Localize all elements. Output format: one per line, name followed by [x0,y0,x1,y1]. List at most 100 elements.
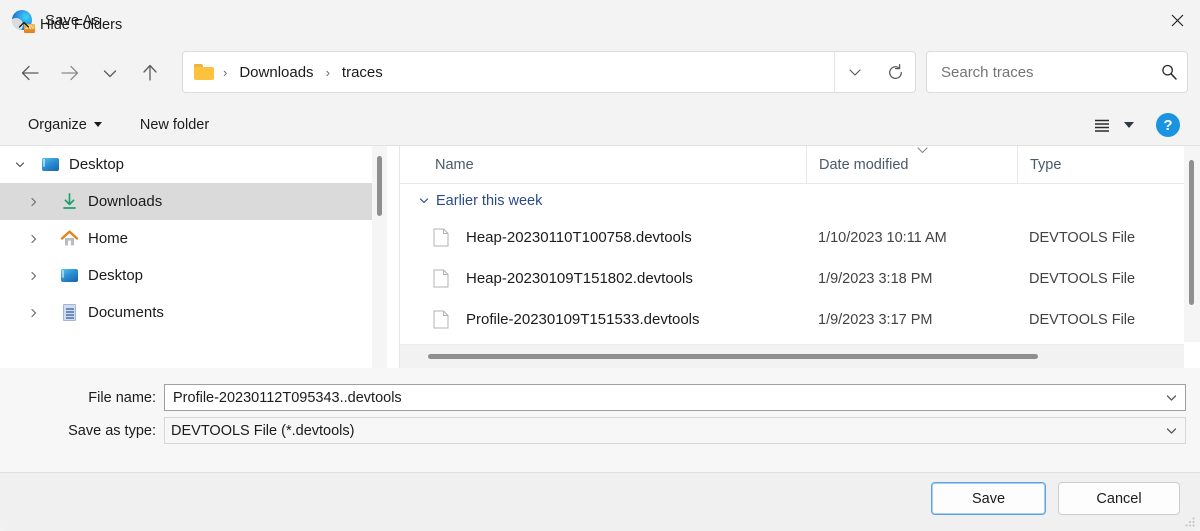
file-date-modified: 1/9/2023 3:18 PM [818,270,933,287]
form-area: File name: Save as type: DEVTOOLS File (… [0,368,1200,472]
chevron-down-icon [93,122,102,127]
file-type: DEVTOOLS File [1029,229,1136,246]
save-as-type-value: DEVTOOLS File (*.devtools) [171,422,355,439]
sidebar-item-desktop[interactable]: Desktop [0,257,387,294]
save-button[interactable]: Save [931,482,1046,515]
chevron-down-icon [103,69,117,77]
folder-icon [194,64,214,80]
up-button[interactable] [130,55,170,91]
search-icon [1162,64,1177,80]
breadcrumb-separator: › [325,64,330,80]
address-bar[interactable]: › Downloads › traces [182,51,916,93]
title-bar: JAN Save As [0,0,1200,41]
column-header-type[interactable]: Type [1017,146,1197,184]
file-list-horizontal-scrollbar[interactable] [400,344,1184,368]
recent-locations-button[interactable] [90,55,130,91]
column-header-name[interactable]: Name [400,146,806,184]
scrollbar-thumb[interactable] [428,354,1038,359]
scrollbar-thumb[interactable] [377,156,382,216]
command-toolbar: Organize New folder ? [0,104,1200,146]
search-input[interactable] [939,62,1151,82]
sidebar-item-desktop-root[interactable]: Desktop [0,146,387,183]
expand-chevron-right-icon[interactable] [22,233,46,245]
save-as-type-label: Save as type: [68,422,156,439]
home-icon [60,229,79,248]
resize-grip-icon[interactable] [1184,516,1196,528]
download-arrow-icon [60,192,79,211]
hide-folders-button[interactable]: Hide Folders [17,17,122,33]
file-name-chevron-down-icon[interactable] [1157,393,1185,403]
close-button[interactable] [1154,0,1200,41]
sidebar-item-documents[interactable]: Documents [0,294,387,331]
file-group-header[interactable]: Earlier this week [400,184,1200,217]
expand-chevron-right-icon[interactable] [22,307,46,319]
organize-label: Organize [28,116,87,133]
sidebar-item-label: Home [88,230,129,247]
table-row[interactable]: Heap-20230109T151802.devtools 1/9/2023 3… [400,258,1200,299]
save-as-dialog: JAN Save As › Downloads › traces Search … [0,0,1200,531]
column-header-label: Type [1030,156,1062,173]
new-folder-label: New folder [139,116,210,133]
file-type: DEVTOOLS File [1029,270,1136,287]
group-chevron-down-icon[interactable] [415,195,433,207]
view-options-chevron-down-icon[interactable] [1124,122,1134,128]
file-name-input[interactable] [171,388,1157,407]
sidebar-item-label: Desktop [69,156,125,173]
column-header-label: Name [435,156,474,173]
chevron-down-icon [849,69,861,76]
table-row[interactable]: Profile-20230109T151533.devtools 1/9/202… [400,299,1200,340]
breadcrumb-separator: › [223,64,228,80]
expand-chevron-right-icon[interactable] [22,196,46,208]
scrollbar-thumb[interactable] [1189,160,1194,305]
sidebar-item-label: Documents [88,304,164,321]
breadcrumb-item-downloads[interactable]: Downloads [236,62,316,83]
back-button[interactable] [10,55,50,91]
hide-folders-label: Hide Folders [40,17,123,33]
file-name-combobox[interactable] [164,384,1186,411]
column-headers: Name Date modified Type [400,146,1200,184]
column-header-date-modified[interactable]: Date modified [806,146,1017,184]
file-name-row: File name: [0,384,1186,411]
expand-chevron-right-icon[interactable] [22,270,46,282]
refresh-button[interactable] [875,52,915,92]
arrow-left-icon [21,65,39,80]
sort-descending-icon [915,146,930,160]
new-folder-button[interactable]: New folder [130,110,219,140]
file-group-label: Earlier this week [436,192,543,209]
chevron-up-icon [17,20,31,30]
monitor-icon [41,155,60,174]
file-icon [433,310,455,329]
save-as-type-row: Save as type: DEVTOOLS File (*.devtools) [0,417,1186,444]
file-type: DEVTOOLS File [1029,311,1136,328]
sidebar-item-home[interactable]: Home [0,220,387,257]
file-date-modified: 1/10/2023 10:11 AM [818,229,947,246]
save-as-type-chevron-down-icon[interactable] [1157,426,1185,436]
file-list-vertical-scrollbar[interactable] [1184,146,1200,342]
sidebar-item-downloads[interactable]: Downloads [0,183,387,220]
help-button[interactable]: ? [1156,113,1180,137]
arrow-up-icon [143,64,157,81]
previous-locations-button[interactable] [835,52,875,92]
expand-chevron-down-icon[interactable] [8,159,32,171]
arrow-right-icon [61,65,79,80]
refresh-icon [888,63,902,79]
save-as-type-combobox[interactable]: DEVTOOLS File (*.devtools) [164,417,1186,444]
organize-button[interactable]: Organize [18,110,112,140]
file-date-modified: 1/9/2023 3:17 PM [818,311,933,328]
sidebar-item-label: Desktop [88,267,144,284]
table-row[interactable]: Heap-20230110T100758.devtools 1/10/2023 … [400,217,1200,258]
navigation-pane: Desktop Downloads Home Desktop Documents [0,146,387,368]
sidebar-item-label: Downloads [88,193,163,210]
search-button[interactable] [1151,63,1187,81]
dialog-body: Desktop Downloads Home Desktop Documents… [0,146,1200,368]
navigation-pane-scrollbar[interactable] [372,146,387,368]
breadcrumb-item-traces[interactable]: traces [339,62,386,83]
view-options-button[interactable] [1085,111,1119,139]
help-label: ? [1163,116,1173,134]
file-icon [433,269,455,288]
search-box[interactable] [926,51,1188,93]
forward-button[interactable] [50,55,90,91]
cancel-button[interactable]: Cancel [1058,482,1180,515]
file-icon [433,228,455,247]
cancel-button-label: Cancel [1096,490,1142,507]
